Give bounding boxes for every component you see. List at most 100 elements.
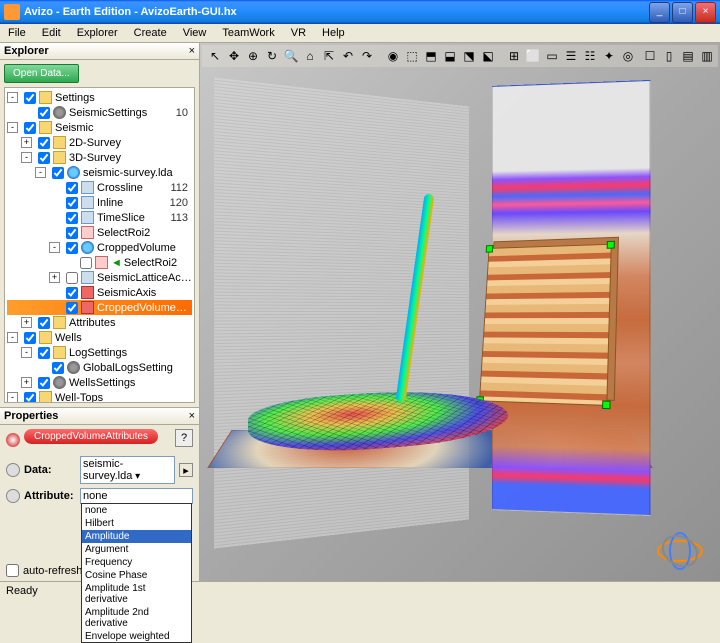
layout-tool-3[interactable]: ▥	[698, 47, 716, 65]
project-tree[interactable]: -SettingsSeismicSettings10-Seismic+2D-Su…	[4, 87, 195, 403]
tree-checkbox[interactable]	[24, 332, 36, 344]
tree-toggle-icon[interactable]: -	[7, 92, 18, 103]
tree-checkbox[interactable]	[52, 167, 64, 179]
tree-item[interactable]: Crossline112	[7, 180, 192, 195]
display-tool-2[interactable]: ▭	[543, 47, 561, 65]
tree-toggle-icon[interactable]: +	[49, 272, 60, 283]
tree-item[interactable]: +WellsSettings	[7, 375, 192, 390]
tree-checkbox[interactable]	[66, 242, 78, 254]
menu-edit[interactable]: Edit	[38, 26, 65, 40]
tree-toggle-icon[interactable]: +	[21, 137, 32, 148]
display-tool-4[interactable]: ☷	[581, 47, 599, 65]
help-button[interactable]: ?	[175, 429, 193, 447]
module-badge[interactable]: CroppedVolumeAttributes	[24, 429, 158, 444]
dropdown-option[interactable]: Amplitude	[82, 530, 191, 543]
tree-item[interactable]: ◄SelectRoi2	[7, 255, 192, 270]
display-tool-6[interactable]: ◎	[619, 47, 637, 65]
dropdown-option[interactable]: none	[82, 504, 191, 517]
nav-tool-1[interactable]: ✥	[225, 47, 243, 65]
3d-viewport[interactable]: ↖✥⊕↻🔍⌂⇱↶↷ ◉⬚⬒⬓⬔⬕ ⊞⬜▭☰☷✦◎ ☐▯▤▥☐	[200, 43, 720, 581]
menu-file[interactable]: File	[4, 26, 30, 40]
dropdown-option[interactable]: Cosine Phase	[82, 569, 191, 582]
tree-checkbox[interactable]	[38, 347, 50, 359]
nav-tool-4[interactable]: 🔍	[282, 47, 300, 65]
layout-tool-0[interactable]: ☐	[641, 47, 659, 65]
display-tool-3[interactable]: ☰	[562, 47, 580, 65]
tree-checkbox[interactable]	[66, 272, 78, 284]
view-tool-3[interactable]: ⬓	[441, 47, 459, 65]
tree-item[interactable]: -Well-Tops	[7, 390, 192, 403]
tree-checkbox[interactable]	[66, 182, 78, 194]
close-button[interactable]: ×	[695, 2, 716, 23]
tree-checkbox[interactable]	[52, 362, 64, 374]
roi-handle[interactable]	[486, 245, 494, 253]
menu-view[interactable]: View	[179, 26, 211, 40]
tree-checkbox[interactable]	[66, 212, 78, 224]
tree-item[interactable]: -Settings	[7, 90, 192, 105]
properties-close-icon[interactable]: ×	[189, 410, 195, 422]
dropdown-option[interactable]: Argument	[82, 543, 191, 556]
attribute-dropdown[interactable]: none noneHilbertAmplitudeArgumentFrequen…	[80, 488, 193, 504]
nav-tool-6[interactable]: ⇱	[320, 47, 338, 65]
tree-item[interactable]: SelectRoi2	[7, 225, 192, 240]
pin-icon[interactable]	[6, 489, 20, 503]
tree-checkbox[interactable]	[66, 227, 78, 239]
tree-item[interactable]: SeismicAxis	[7, 285, 192, 300]
nav-tool-0[interactable]: ↖	[206, 47, 224, 65]
data-dropdown[interactable]: seismic-survey.lda ▾	[80, 456, 175, 484]
pin-icon[interactable]	[6, 463, 20, 477]
display-tool-1[interactable]: ⬜	[524, 47, 542, 65]
menu-explorer[interactable]: Explorer	[73, 26, 122, 40]
dropdown-option[interactable]: Envelope weighted phase	[82, 630, 191, 643]
tree-item[interactable]: -3D-Survey	[7, 150, 192, 165]
attribute-dropdown-list[interactable]: noneHilbertAmplitudeArgumentFrequencyCos…	[81, 503, 192, 643]
menu-help[interactable]: Help	[318, 26, 349, 40]
view-tool-5[interactable]: ⬕	[479, 47, 497, 65]
tree-item[interactable]: CroppedVolumeAttributes	[7, 300, 192, 315]
tree-checkbox[interactable]	[24, 92, 36, 104]
tree-item[interactable]: -LogSettings	[7, 345, 192, 360]
tree-toggle-icon[interactable]: -	[7, 332, 18, 343]
tree-checkbox[interactable]	[80, 257, 92, 269]
view-tool-1[interactable]: ⬚	[403, 47, 421, 65]
nav-tool-7[interactable]: ↶	[339, 47, 357, 65]
tree-checkbox[interactable]	[38, 107, 50, 119]
tree-checkbox[interactable]	[38, 317, 50, 329]
tree-toggle-icon[interactable]: -	[7, 122, 18, 133]
tree-checkbox[interactable]	[38, 152, 50, 164]
orientation-triad[interactable]	[650, 521, 710, 571]
menu-vr[interactable]: VR	[287, 26, 310, 40]
tree-toggle-icon[interactable]: -	[7, 392, 18, 403]
nav-tool-5[interactable]: ⌂	[301, 47, 319, 65]
nav-tool-8[interactable]: ↷	[358, 47, 376, 65]
tree-item[interactable]: -Wells	[7, 330, 192, 345]
tree-checkbox[interactable]	[66, 302, 78, 314]
tree-item[interactable]: TimeSlice113	[7, 210, 192, 225]
tree-item[interactable]: Inline120	[7, 195, 192, 210]
tree-item[interactable]: GlobalLogsSetting	[7, 360, 192, 375]
maximize-button[interactable]: □	[672, 2, 693, 23]
tree-item[interactable]: +SeismicLatticeAccess	[7, 270, 192, 285]
roi-handle[interactable]	[607, 241, 615, 249]
tree-checkbox[interactable]	[66, 197, 78, 209]
nav-tool-2[interactable]: ⊕	[244, 47, 262, 65]
open-data-button[interactable]: Open Data...	[4, 64, 79, 83]
tree-item[interactable]: -CroppedVolume	[7, 240, 192, 255]
cropped-volume[interactable]	[479, 244, 612, 406]
tree-toggle-icon[interactable]: -	[35, 167, 46, 178]
tree-item[interactable]: +2D-Survey	[7, 135, 192, 150]
tree-checkbox[interactable]	[38, 377, 50, 389]
layout-tool-1[interactable]: ▯	[660, 47, 678, 65]
display-tool-5[interactable]: ✦	[600, 47, 618, 65]
tree-checkbox[interactable]	[24, 122, 36, 134]
dropdown-option[interactable]: Frequency	[82, 556, 191, 569]
dropdown-option[interactable]: Amplitude 1st derivative	[82, 582, 191, 606]
view-tool-4[interactable]: ⬔	[460, 47, 478, 65]
tree-checkbox[interactable]	[38, 137, 50, 149]
tree-checkbox[interactable]	[24, 392, 36, 404]
auto-refresh-checkbox[interactable]	[6, 564, 19, 577]
dropdown-option[interactable]: Hilbert	[82, 517, 191, 530]
explorer-close-icon[interactable]: ×	[189, 45, 195, 57]
view-tool-0[interactable]: ◉	[384, 47, 402, 65]
module-link-icon[interactable]	[6, 433, 20, 447]
